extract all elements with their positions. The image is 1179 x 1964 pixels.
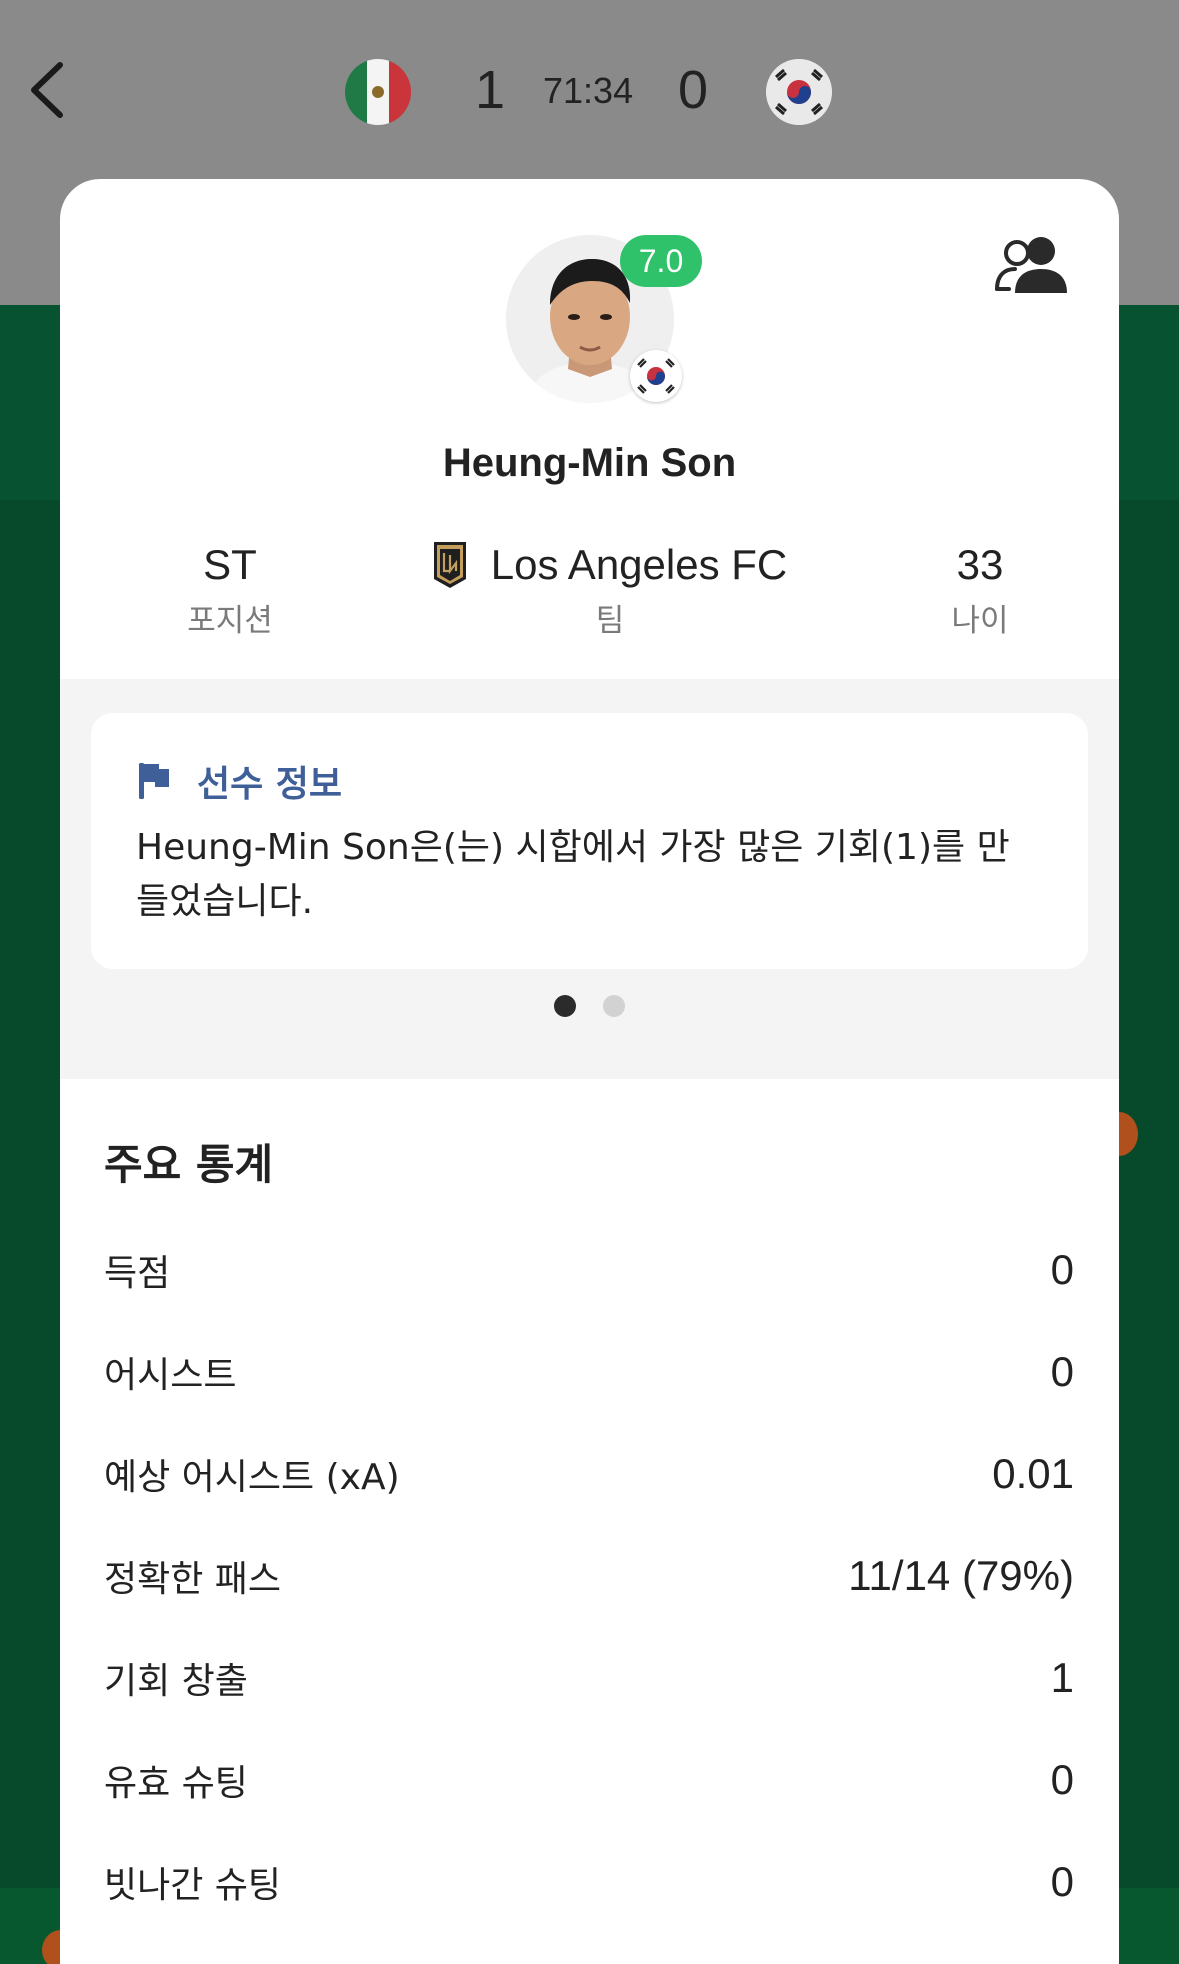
stat-value: 11/14 (79%) bbox=[848, 1552, 1074, 1599]
age-value: 33 bbox=[956, 541, 1004, 588]
people-icon bbox=[995, 237, 1067, 293]
position-label: 포지션 bbox=[187, 603, 273, 639]
stat-value: 0 bbox=[1050, 1756, 1074, 1803]
away-score: 0 bbox=[678, 60, 709, 120]
key-stats-title: 주요 통계 bbox=[104, 1140, 274, 1189]
insight-header: 선수 정보 bbox=[137, 755, 342, 807]
player-sheet: 7.0 Heung-Min Son ST 포지션 Los Angeles FC … bbox=[60, 179, 1119, 1964]
insight-title: 선수 정보 bbox=[197, 764, 343, 805]
pager-dot[interactable] bbox=[603, 995, 625, 1017]
team-label: 팀 bbox=[595, 603, 625, 639]
stat-row: 유효 슈팅 0 bbox=[104, 1729, 1074, 1831]
age-info: 33 나이 bbox=[870, 539, 1090, 640]
compare-players-button[interactable] bbox=[991, 231, 1073, 305]
stat-row: 정확한 패스 11/14 (79%) bbox=[104, 1525, 1074, 1627]
mexico-flag-icon bbox=[345, 59, 411, 125]
position-value: ST bbox=[203, 541, 257, 588]
stat-label: 기회 창출 bbox=[104, 1661, 248, 1702]
stat-row: 어시스트 0 bbox=[104, 1321, 1074, 1423]
stat-row: 예상 어시스트 (xA) 0.01 bbox=[104, 1423, 1074, 1525]
match-clock: 71:34 bbox=[543, 70, 634, 111]
stat-row: 기회 창출 1 bbox=[104, 1627, 1074, 1729]
stat-value: 0.01 bbox=[992, 1450, 1074, 1497]
south-korea-flag-icon bbox=[766, 59, 832, 125]
chevron-left-icon bbox=[31, 62, 63, 118]
player-name: Heung-Min Son bbox=[442, 441, 737, 485]
stat-label: 정확한 패스 bbox=[104, 1559, 282, 1600]
south-korea-flag-icon bbox=[630, 350, 682, 402]
stat-row: 빗나간 슈팅 0 bbox=[104, 1831, 1074, 1933]
insight-text: Heung-Min Son은(는) 시합에서 가장 많은 기회(1)를 만들었습… bbox=[136, 827, 1010, 922]
stat-label: 득점 bbox=[104, 1253, 171, 1294]
pager-dot[interactable] bbox=[554, 995, 576, 1017]
position-info: ST 포지션 bbox=[120, 539, 340, 640]
home-score: 1 bbox=[475, 60, 506, 120]
team-value: Los Angeles FC bbox=[490, 541, 788, 588]
stat-value: 0 bbox=[1050, 1348, 1074, 1395]
stat-row: 득점 0 bbox=[104, 1219, 1074, 1321]
player-insight-section: 선수 정보 Heung-Min Son은(는) 시합에서 가장 많은 기회(1)… bbox=[60, 679, 1119, 1079]
stat-label: 어시스트 bbox=[104, 1355, 237, 1396]
stat-label: 예상 어시스트 (xA) bbox=[104, 1457, 400, 1498]
back-button[interactable] bbox=[22, 58, 70, 122]
stat-value: 0 bbox=[1050, 1246, 1074, 1293]
pager bbox=[60, 995, 1119, 1017]
age-label: 나이 bbox=[951, 603, 1009, 639]
flag-icon bbox=[139, 763, 169, 799]
player-rating-badge: 7.0 bbox=[620, 235, 702, 287]
team-info[interactable]: Los Angeles FC 팀 bbox=[390, 539, 830, 640]
insight-card[interactable]: 선수 정보 Heung-Min Son은(는) 시합에서 가장 많은 기회(1)… bbox=[91, 713, 1088, 969]
stat-value: 1 bbox=[1050, 1654, 1074, 1701]
stat-label: 유효 슈팅 bbox=[104, 1763, 248, 1804]
stat-label: 빗나간 슈팅 bbox=[104, 1865, 282, 1906]
stat-value: 0 bbox=[1050, 1858, 1074, 1905]
team-logo-icon bbox=[433, 542, 466, 588]
